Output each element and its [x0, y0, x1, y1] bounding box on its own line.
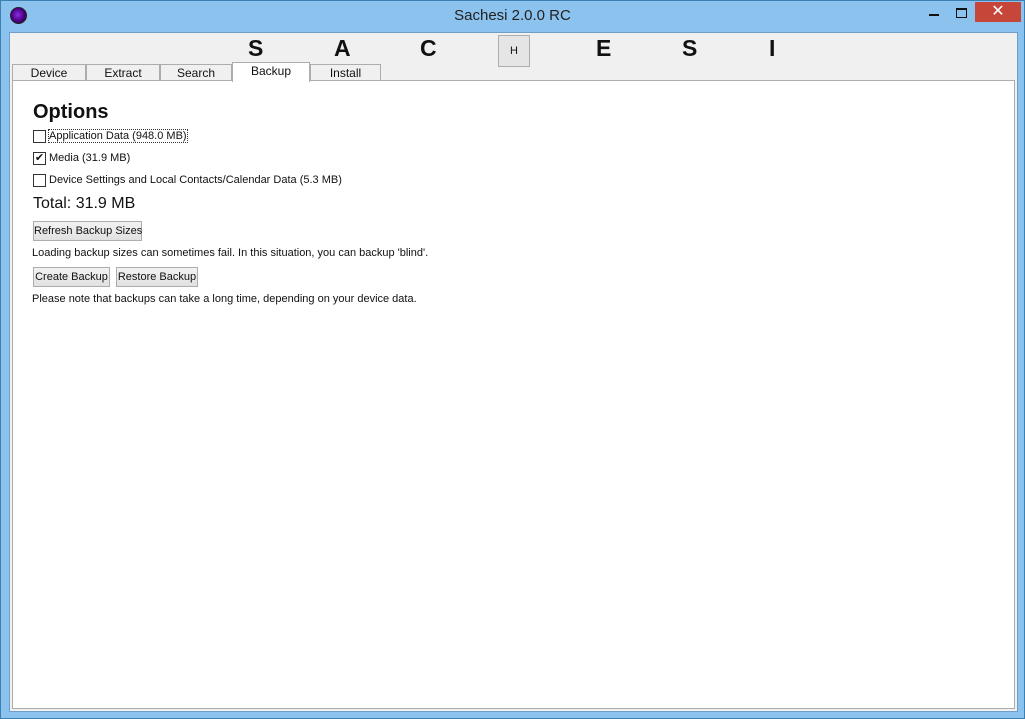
h-button[interactable]: H [498, 35, 530, 67]
tab-device[interactable]: Device [12, 64, 86, 81]
total-size: Total: 31.9 MB [33, 195, 136, 212]
tab-extract[interactable]: Extract [86, 64, 160, 81]
tab-install[interactable]: Install [310, 64, 381, 81]
logo-letter-a: A [334, 35, 351, 61]
tab-search[interactable]: Search [160, 64, 232, 81]
logo-letter-i: I [769, 35, 776, 61]
logo-letter-s: S [248, 35, 264, 61]
device-settings-label: Device Settings and Local Contacts/Calen… [49, 174, 342, 186]
window-title: Sachesi 2.0.0 RC [454, 7, 571, 24]
title-bar[interactable]: Sachesi 2.0.0 RC ✕ [1, 1, 1024, 31]
logo-letter-e: E [596, 35, 612, 61]
close-button[interactable]: ✕ [975, 2, 1021, 22]
close-icon: ✕ [991, 3, 1005, 20]
maximize-button[interactable] [948, 2, 974, 22]
tab-backup[interactable]: Backup [232, 62, 310, 82]
minimize-button[interactable] [921, 2, 947, 22]
device-settings-checkbox[interactable] [33, 174, 46, 187]
application-data-label: Application Data (948.0 MB) [48, 129, 188, 143]
loading-note: Loading backup sizes can sometimes fail.… [32, 247, 429, 259]
duration-note: Please note that backups can take a long… [32, 293, 417, 305]
app-window: Sachesi 2.0.0 RC ✕ S A C H E S I Device … [0, 0, 1025, 719]
checkmark-icon: ✔ [34, 152, 45, 164]
logo-letter-s2: S [682, 35, 698, 61]
restore-backup-button[interactable]: Restore Backup [116, 267, 198, 287]
client-area: S A C H E S I Device Extract Search Back… [9, 32, 1018, 712]
refresh-backup-sizes-button[interactable]: Refresh Backup Sizes [33, 221, 142, 241]
backup-panel: Options Application Data (948.0 MB) ✔ Me… [12, 80, 1015, 709]
minimize-icon [929, 14, 939, 16]
options-heading: Options [33, 101, 109, 123]
media-label: Media (31.9 MB) [49, 152, 131, 164]
maximize-icon [956, 8, 967, 18]
create-backup-button[interactable]: Create Backup [33, 267, 110, 287]
application-data-checkbox[interactable] [33, 130, 46, 143]
media-checkbox[interactable]: ✔ [33, 152, 46, 165]
logo-letter-c: C [420, 35, 437, 61]
